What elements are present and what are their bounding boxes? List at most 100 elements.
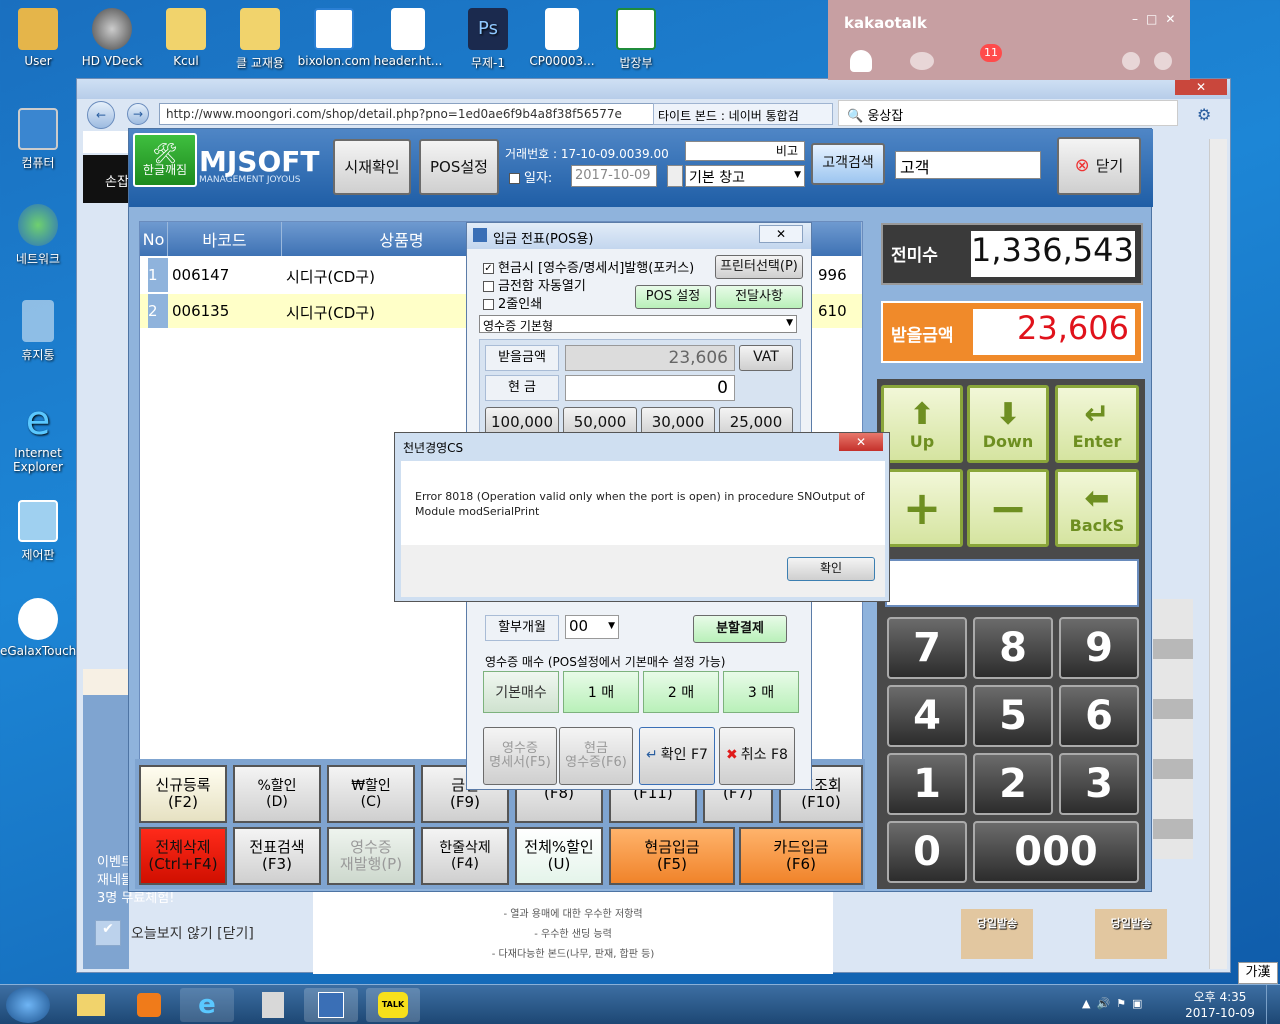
cash-receipt-button[interactable]: 현금 영수증(F6) <box>559 727 633 785</box>
key-5[interactable]: 5 <box>973 685 1053 747</box>
taskbar-kakaotalk[interactable]: TALK <box>366 988 420 1022</box>
pos-settings-button[interactable]: POS설정 <box>419 139 499 195</box>
taskbar-pos[interactable] <box>304 988 358 1022</box>
customer-search-button[interactable]: 고객검색 <box>811 143 885 185</box>
key-2[interactable]: 2 <box>973 753 1053 815</box>
pos-settings-dialog-button[interactable]: POS 설정 <box>635 285 711 309</box>
menu-icon[interactable] <box>1154 52 1172 70</box>
cash-check-button[interactable]: 시재확인 <box>333 139 411 195</box>
taskbar-calculator[interactable] <box>246 988 300 1022</box>
up-key[interactable]: ⬆ Up <box>881 385 963 463</box>
key-7[interactable]: 7 <box>887 617 967 679</box>
col-no-header[interactable]: No <box>140 222 168 256</box>
kakao-search-input[interactable]: 🔍 웅상잡 <box>838 100 1178 126</box>
key-9[interactable]: 9 <box>1059 617 1139 679</box>
desktop-icon-cp[interactable]: CP00003... <box>524 8 600 68</box>
hangul-fix-button[interactable]: 🛠 한글깨짐 <box>133 133 197 187</box>
plus-key[interactable]: + <box>881 469 963 547</box>
start-button[interactable] <box>6 987 50 1023</box>
key-6[interactable]: 6 <box>1059 685 1139 747</box>
receipt-reissue-button[interactable]: 영수증 재발행(P) <box>327 827 415 885</box>
taskbar-media[interactable] <box>122 988 176 1022</box>
desktop-icon-excel[interactable]: 밥장부 <box>598 8 674 71</box>
copies-3-button[interactable]: 3 매 <box>723 671 799 713</box>
taskbar-explorer[interactable] <box>64 988 118 1022</box>
error-ok-button[interactable]: 확인 <box>787 557 875 581</box>
customer-input[interactable]: 고객 <box>895 151 1041 179</box>
key-3[interactable]: 3 <box>1059 753 1139 815</box>
dismiss-today[interactable]: ✔ 오늘보지 않기 [닫기] <box>95 919 305 947</box>
desktop-icon-recycle[interactable]: 휴지통 <box>0 300 76 363</box>
key-0[interactable]: 0 <box>887 821 967 883</box>
chk-drawer-row[interactable]: 금전함 자동열기 <box>483 275 586 294</box>
memo-input[interactable]: 비고 <box>685 141 805 161</box>
copies-default-button[interactable]: 기본매수 <box>483 671 559 713</box>
ime-indicator[interactable]: 가漢 <box>1238 962 1278 984</box>
all-percent-discount-button[interactable]: 전체%할인 (U) <box>515 827 603 885</box>
key-8[interactable]: 8 <box>973 617 1053 679</box>
statement-receipt-button[interactable]: 영수증 명세서(F5) <box>483 727 557 785</box>
percent-discount-button[interactable]: %할인 (D) <box>233 765 321 823</box>
receipt-close-button[interactable]: ✕ <box>759 225 803 243</box>
slip-search-button[interactable]: 전표검색 (F3) <box>233 827 321 885</box>
desktop-icon-textbook[interactable]: 클 교재용 <box>222 8 298 71</box>
key-4[interactable]: 4 <box>887 685 967 747</box>
copies-2-button[interactable]: 2 매 <box>643 671 719 713</box>
key-1[interactable]: 1 <box>887 753 967 815</box>
date-picker-button[interactable] <box>667 165 683 187</box>
kakao-window-controls[interactable]: –□✕ <box>1132 12 1183 26</box>
chat-icon[interactable] <box>910 52 934 70</box>
down-key[interactable]: ⬇ Down <box>967 385 1049 463</box>
error-close-button[interactable]: ✕ <box>839 433 883 451</box>
taskbar-ie[interactable]: e <box>180 988 234 1022</box>
installment-select[interactable]: 00 ▼ <box>565 615 619 639</box>
vat-button[interactable]: VAT <box>739 345 793 371</box>
split-pay-button[interactable]: 분할결제 <box>693 615 787 643</box>
forward-button[interactable]: → <box>127 103 149 125</box>
back-button[interactable]: ← <box>87 101 115 129</box>
copies-1-button[interactable]: 1 매 <box>563 671 639 713</box>
show-desktop-button[interactable] <box>1266 985 1280 1024</box>
cash-input[interactable]: 0 <box>565 375 735 401</box>
confirm-f7-button[interactable]: ↵ 확인 F7 <box>639 727 715 785</box>
desktop-icon-user[interactable]: User <box>0 8 76 68</box>
bell-icon[interactable] <box>1122 52 1140 70</box>
desktop-icon-egalax[interactable]: eGalaxTouch <box>0 598 76 658</box>
address-bar[interactable]: http://www.moongori.com/shop/detail.php?… <box>159 103 654 125</box>
date-input[interactable]: 2017-10-09 <box>571 165 657 187</box>
friends-icon[interactable] <box>850 50 872 72</box>
warehouse-select[interactable]: 기본 창고 ▼ <box>685 165 805 187</box>
desktop-icon-ie[interactable]: e Internet Explorer <box>0 400 76 474</box>
close-button[interactable]: ⊗ 닫기 <box>1057 137 1141 195</box>
col-barcode-header[interactable]: 바코드 <box>168 222 282 256</box>
keypad-display[interactable] <box>885 559 1139 607</box>
desktop-icon-control[interactable]: 제어판 <box>0 500 76 563</box>
browser-close-button[interactable]: ✕ <box>1175 79 1227 95</box>
desktop-icon-hdvdeck[interactable]: HD VDeck <box>74 8 150 68</box>
chk-cash-row[interactable]: ✓ 현금시 [영수증/명세서]발행(포커스) <box>483 257 694 276</box>
desktop-icon-bixolon[interactable]: bixolon.com <box>296 8 372 68</box>
minus-key[interactable]: − <box>967 469 1049 547</box>
new-register-button[interactable]: 신규등록 (F2) <box>139 765 227 823</box>
card-deposit-button[interactable]: 카드입금 (F6) <box>739 827 863 885</box>
printer-select-button[interactable]: 프린터선택(P) <box>715 255 803 279</box>
delete-line-button[interactable]: 한줄삭제 (F4) <box>421 827 509 885</box>
delete-all-button[interactable]: 전체삭제 (Ctrl+F4) <box>139 827 227 885</box>
settings-gear-icon[interactable]: ⚙ <box>1197 105 1217 125</box>
cancel-f8-button[interactable]: ✖ 취소 F8 <box>719 727 795 785</box>
receipt-type-select[interactable]: 영수증 기본형 ▼ <box>479 315 797 333</box>
browser-tab[interactable]: 타이트 본드 : 네이버 통합검 <box>653 103 833 125</box>
desktop-icon-network[interactable]: 네트워크 <box>0 204 76 267</box>
clock[interactable]: 오후 4:35 2017-10-09 <box>1180 989 1260 1021</box>
desktop-icon-computer[interactable]: 컴퓨터 <box>0 108 76 171</box>
desktop-icon-psd[interactable]: Ps 무제-1 <box>450 8 526 71</box>
desktop-icon-header[interactable]: header.ht... <box>370 8 446 68</box>
chk-double-row[interactable]: 2줄인쇄 <box>483 293 542 312</box>
enter-key[interactable]: ↵ Enter <box>1055 385 1139 463</box>
desktop-icon-kcul[interactable]: Kcul <box>148 8 224 68</box>
key-000[interactable]: 000 <box>973 821 1139 883</box>
cash-deposit-button[interactable]: 현금입금 (F5) <box>609 827 735 885</box>
notice-button[interactable]: 전달사항 <box>715 285 803 309</box>
system-tray-icons[interactable]: ▲🔊⚑▣ <box>1082 997 1148 1010</box>
page-scrollbar[interactable] <box>1209 139 1227 969</box>
